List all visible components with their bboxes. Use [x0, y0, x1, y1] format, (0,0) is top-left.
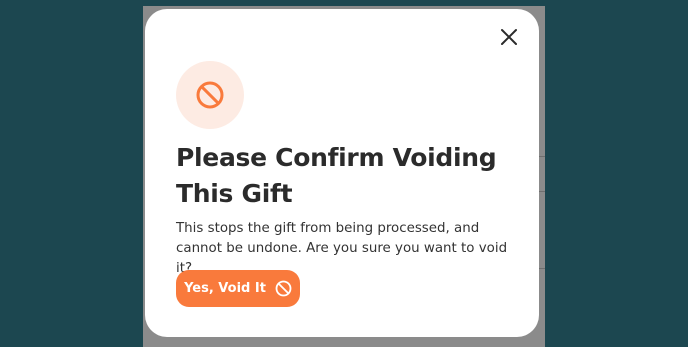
confirm-void-button[interactable]: Yes, Void It — [176, 270, 300, 307]
prohibited-icon — [275, 280, 292, 297]
confirm-void-label: Yes, Void It — [184, 281, 266, 296]
close-button[interactable] — [499, 27, 519, 47]
prohibited-icon-badge — [176, 61, 244, 129]
prohibited-icon — [196, 81, 224, 109]
close-icon — [501, 29, 517, 45]
void-gift-modal: Please Confirm Voiding This Gift This st… — [145, 9, 539, 337]
modal-title: Please Confirm Voiding This Gift — [176, 143, 497, 208]
